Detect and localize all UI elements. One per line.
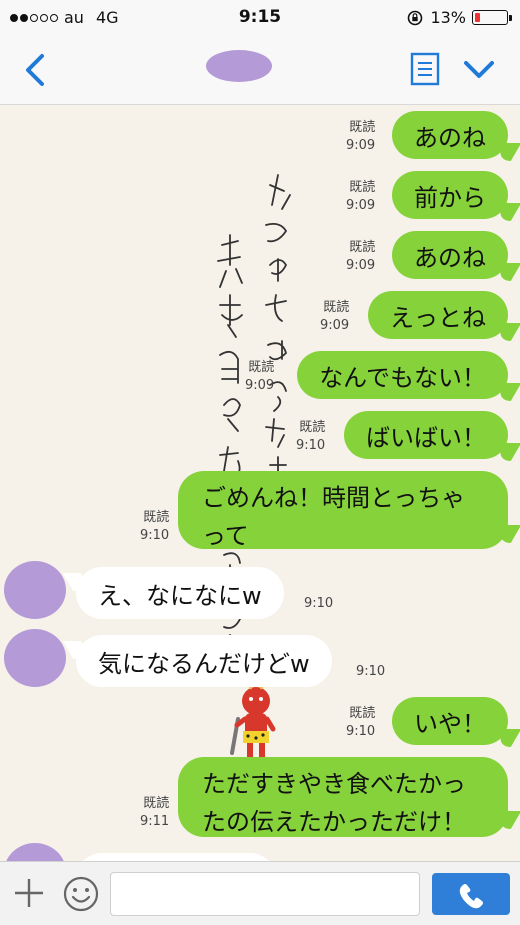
- status-bar: au 4G 9:15 13%: [0, 0, 520, 36]
- read-receipt: 既読: [143, 796, 170, 811]
- message-bubble-outgoing[interactable]: 前から: [392, 171, 508, 219]
- battery-icon: [472, 10, 512, 25]
- message-text: え、なになにw: [98, 581, 262, 610]
- chat-area[interactable]: 既読 9:09 あのね 既読 9:09 前から 既読 9:09 あのね 既読 9…: [0, 105, 520, 861]
- avatar[interactable]: [4, 561, 66, 619]
- message-meta: 既読 9:09: [346, 239, 375, 275]
- message-text-line: ただすきやき食べたかっ: [202, 770, 466, 798]
- message-bubble-incoming[interactable]: 気になるんだけどw: [76, 635, 332, 687]
- plus-icon[interactable]: [12, 876, 46, 910]
- message-bubble-outgoing[interactable]: なんでもない！: [297, 351, 508, 399]
- avatar[interactable]: [4, 629, 66, 687]
- contact-name-redacted: [206, 50, 272, 82]
- message-bubble-outgoing[interactable]: ばいばい！: [344, 411, 508, 459]
- message-text-line: たの伝えたかっただけ！: [202, 808, 466, 836]
- message-meta: 既読 9:10: [140, 509, 169, 545]
- message-time: 9:09: [346, 258, 376, 273]
- message-bubble-outgoing[interactable]: あのね: [392, 111, 508, 159]
- read-receipt: 既読: [143, 510, 170, 525]
- message-meta: 既読 9:09: [320, 299, 349, 335]
- message-time: 9:10: [356, 664, 386, 679]
- input-bar: [0, 861, 520, 925]
- read-receipt: 既読: [299, 420, 326, 435]
- message-input[interactable]: [110, 872, 420, 916]
- message-time: 9:09: [245, 378, 275, 393]
- message-time: 9:10: [140, 528, 170, 543]
- chevron-down-icon[interactable]: [462, 54, 496, 84]
- message-bubble-outgoing[interactable]: ただすきやき食べたかっ たの伝えたかっただけ！: [178, 757, 508, 837]
- read-receipt: 既読: [349, 706, 376, 721]
- message-time: 9:10: [296, 438, 326, 453]
- message-text: あのね: [414, 243, 486, 272]
- message-time: 9:10: [346, 724, 376, 739]
- status-right: 13%: [406, 8, 512, 27]
- phone-icon: [459, 884, 483, 909]
- read-receipt: 既読: [248, 360, 275, 375]
- message-meta: 既読 9:09: [245, 359, 274, 395]
- message-time: 9:10: [304, 596, 334, 611]
- message-time: 9:09: [346, 198, 376, 213]
- message-meta: 既読 9:09: [346, 119, 375, 155]
- message-meta: 既読 9:10: [296, 419, 325, 455]
- message-text: 前から: [414, 183, 486, 212]
- rotation-lock-icon: [408, 10, 423, 25]
- message-bubble-outgoing[interactable]: いや！: [392, 697, 508, 745]
- message-bubble-incoming[interactable]: [76, 853, 276, 861]
- read-receipt: 既読: [323, 300, 350, 315]
- read-receipt: 既読: [349, 120, 376, 135]
- nav-bar: [0, 36, 520, 105]
- message-text: あのね: [414, 123, 486, 152]
- message-time: 9:09: [320, 318, 350, 333]
- message-meta: 既読 9:11: [140, 795, 169, 831]
- note-icon[interactable]: [410, 52, 440, 86]
- message-text-line: ごめんね！時間とっちゃ: [202, 484, 466, 512]
- message-bubble-outgoing[interactable]: ごめんね！時間とっちゃ って: [178, 471, 508, 550]
- message-text-line: って: [202, 522, 249, 550]
- message-text: なんでもない！: [319, 363, 486, 392]
- message-bubble-outgoing[interactable]: えっとね: [368, 291, 508, 339]
- chevron-left-icon[interactable]: [18, 50, 54, 90]
- message-text: いや！: [414, 709, 486, 738]
- smile-icon[interactable]: [62, 875, 100, 913]
- battery-percent: 13%: [430, 8, 466, 27]
- send-button[interactable]: [432, 873, 510, 915]
- avatar[interactable]: [4, 843, 66, 861]
- read-receipt: 既読: [349, 180, 376, 195]
- message-time: 9:09: [346, 138, 376, 153]
- read-receipt: 既読: [349, 240, 376, 255]
- message-text: 気になるんだけどw: [98, 649, 310, 678]
- message-meta: 既読 9:09: [346, 179, 375, 215]
- message-bubble-outgoing[interactable]: あのね: [392, 231, 508, 279]
- message-time: 9:11: [140, 814, 170, 829]
- message-text: ばいばい！: [366, 423, 486, 452]
- message-text: えっとね: [390, 303, 486, 332]
- message-bubble-incoming[interactable]: え、なになにw: [76, 567, 284, 619]
- message-meta: 既読 9:10: [346, 705, 375, 741]
